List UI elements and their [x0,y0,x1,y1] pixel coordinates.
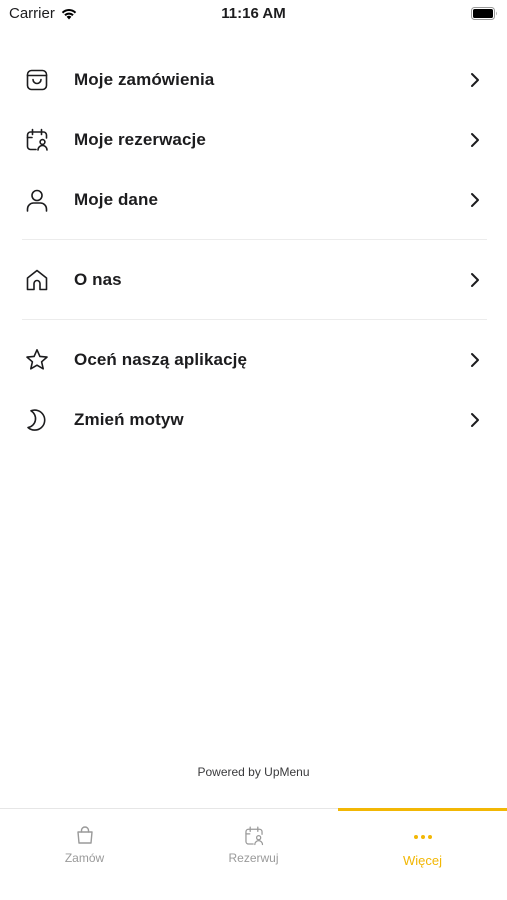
chevron-right-icon [471,273,479,287]
menu-item-about-us[interactable]: O nas [0,250,507,310]
menu-item-rate-app[interactable]: Oceń naszą aplikację [0,330,507,390]
battery-icon [471,7,497,20]
menu-item-label: Oceń naszą aplikację [74,350,248,369]
menu-item-label: Zmień motyw [74,410,184,429]
moon-icon [27,409,46,431]
chevron-right-icon [471,73,479,87]
menu-item-label: O nas [74,270,122,289]
chevron-right-icon [471,193,479,207]
menu-item-my-orders[interactable]: Moje zamówienia [0,50,507,110]
chevron-right-icon [471,133,479,147]
menu-divider [0,310,507,330]
menu-divider [0,230,507,250]
active-tab-indicator [338,808,507,811]
powered-by-text: Powered by UpMenu [197,765,310,779]
tab-more[interactable]: Więcej [338,808,507,900]
bag-icon [26,69,48,91]
star-icon [26,349,48,370]
chevron-right-icon [471,413,479,427]
tab-label: Więcej [402,853,442,868]
tab-order[interactable]: Zamów [0,809,169,900]
calendar-person-icon [244,826,263,846]
tab-reserve[interactable]: Rezerwuj [169,809,338,900]
tab-label: Zamów [64,851,105,865]
menu-item-change-theme[interactable]: Zmień motyw [0,390,507,450]
person-icon [26,189,48,212]
menu-item-my-reservations[interactable]: Moje rezerwacje [0,110,507,170]
more-dots-icon [413,835,432,839]
status-time: 11:16 AM [221,5,286,22]
menu-item-label: Moje zamówienia [74,70,215,89]
more-menu: Moje zamówienia Moje rezerwacje Moje dan… [0,50,507,450]
bag-icon [76,826,93,844]
menu-item-my-data[interactable]: Moje dane [0,170,507,230]
home-icon [26,269,48,291]
chevron-right-icon [471,353,479,367]
menu-item-label: Moje dane [74,190,159,209]
tab-label: Rezerwuj [228,851,279,865]
tab-bar: Zamów Rezerwuj Więcej [0,808,507,900]
menu-item-label: Moje rezerwacje [74,130,206,149]
calendar-person-icon [26,128,48,151]
status-bar: Carrier 11:16 AM [0,0,507,28]
